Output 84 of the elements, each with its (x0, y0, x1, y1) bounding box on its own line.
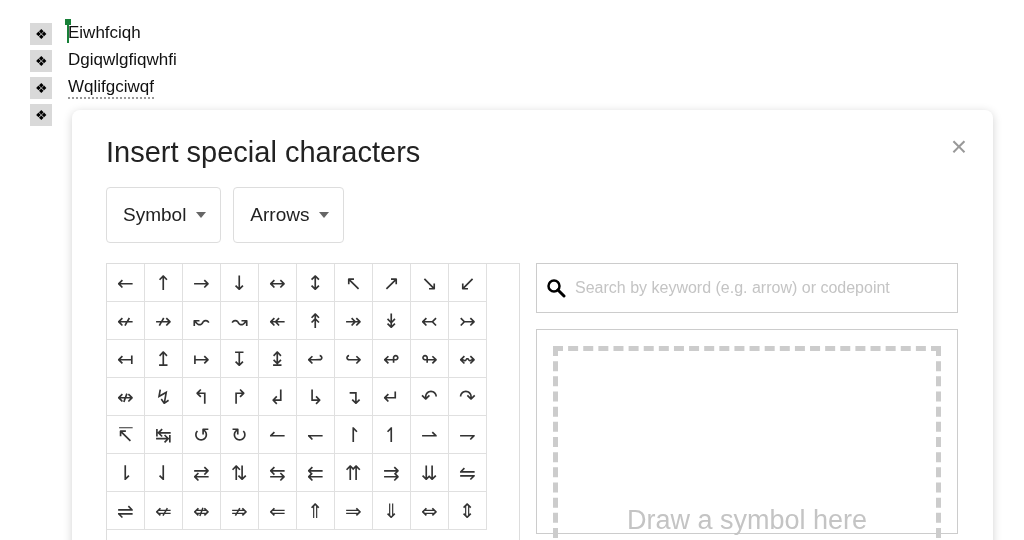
symbol-cell[interactable]: ↕ (297, 264, 335, 302)
symbol-cell[interactable]: ↵ (373, 378, 411, 416)
symbol-cell[interactable]: ⇇ (297, 454, 335, 492)
symbol-cell[interactable]: ↯ (145, 378, 183, 416)
symbol-cell[interactable]: ⇌ (107, 492, 145, 530)
symbol-cell[interactable]: ↰ (183, 378, 221, 416)
list-item-text: Eiwhfciqh (68, 23, 141, 44)
symbol-cell[interactable]: ↽ (297, 416, 335, 454)
symbol-cell[interactable]: ↮ (107, 378, 145, 416)
symbol-cell[interactable]: ↫ (373, 340, 411, 378)
symbol-cell[interactable]: ⇈ (335, 454, 373, 492)
caret-icon (319, 212, 330, 218)
symbol-cell[interactable]: ⇄ (183, 454, 221, 492)
symbol-cell[interactable]: ⇁ (449, 416, 487, 454)
symbol-cell[interactable]: ⇑ (297, 492, 335, 530)
symbol-cell[interactable]: ↺ (183, 416, 221, 454)
symbol-cell[interactable]: ↔ (259, 264, 297, 302)
symbol-cell[interactable]: ↝ (221, 302, 259, 340)
symbol-cell[interactable]: ⇂ (107, 454, 145, 492)
dialog-title: Insert special characters (106, 136, 421, 169)
bullet: ❖ (30, 104, 52, 126)
category-dropdown[interactable]: Symbol (106, 187, 222, 243)
symbol-cell[interactable]: ⇊ (411, 454, 449, 492)
symbol-cell[interactable]: ↚ (107, 302, 145, 340)
category-dropdown[interactable]: Arrows (233, 187, 345, 243)
symbol-cell[interactable]: ↥ (145, 340, 183, 378)
symbol-cell[interactable]: ⇀ (411, 416, 449, 454)
symbol-cell[interactable]: ↶ (411, 378, 449, 416)
symbol-cell[interactable]: ↭ (449, 340, 487, 378)
symbol-cell[interactable]: ↑ (145, 264, 183, 302)
symbol-cell[interactable]: ↘ (411, 264, 449, 302)
symbol-cell[interactable]: ⇓ (373, 492, 411, 530)
symbol-cell[interactable]: ↠ (335, 302, 373, 340)
symbol-cell[interactable]: ⇎ (183, 492, 221, 530)
symbol-cell[interactable]: ↗ (373, 264, 411, 302)
symbol-cell[interactable]: ⇉ (373, 454, 411, 492)
symbol-cell[interactable]: ↹ (145, 416, 183, 454)
list-item-text: Dgiqwlgfiqwhfi (68, 50, 177, 71)
symbol-cell[interactable]: ↓ (221, 264, 259, 302)
symbol-cell[interactable]: ⇃ (145, 454, 183, 492)
symbol-cell[interactable]: ↢ (411, 302, 449, 340)
symbol-cell[interactable]: ⇒ (335, 492, 373, 530)
symbol-cell[interactable]: ↖ (335, 264, 373, 302)
symbol-cell[interactable]: ↡ (373, 302, 411, 340)
symbol-cell[interactable]: ⇔ (411, 492, 449, 530)
symbol-cell[interactable]: ↦ (183, 340, 221, 378)
caret-icon (196, 212, 207, 218)
search-field[interactable]: Search by keyword (e.g. arrow) or codepoint (536, 263, 958, 313)
symbol-cell[interactable]: ↿ (373, 416, 411, 454)
symbol-cell[interactable]: ↬ (411, 340, 449, 378)
symbol-cell[interactable]: ↸ (107, 416, 145, 454)
symbol-cell[interactable]: ↞ (259, 302, 297, 340)
symbol-cell[interactable]: ⇐ (259, 492, 297, 530)
drawing-hint: Draw a symbol here (626, 505, 868, 536)
symbol-cell[interactable]: ← (107, 264, 145, 302)
symbol-cell[interactable]: ↳ (297, 378, 335, 416)
symbol-cell[interactable]: ↙ (449, 264, 487, 302)
symbol-cell[interactable]: ↩ (297, 340, 335, 378)
symbol-cell[interactable]: ⇋ (449, 454, 487, 492)
symbol-cell[interactable]: ↼ (259, 416, 297, 454)
symbol-cell[interactable]: ↣ (449, 302, 487, 340)
symbol-cell[interactable]: ⇏ (221, 492, 259, 530)
symbol-cell[interactable]: ↾ (335, 416, 373, 454)
list-item-text: Wqlifgciwqf (68, 77, 154, 99)
symbol-cell[interactable]: ⇕ (449, 492, 487, 530)
symbol-cell[interactable]: ⇍ (145, 492, 183, 530)
bullet: ❖ (30, 23, 52, 45)
symbol-cell[interactable]: ↛ (145, 302, 183, 340)
symbol-cell[interactable]: ↧ (221, 340, 259, 378)
symbol-cell[interactable]: ↪ (335, 340, 373, 378)
bullet: ❖ (30, 77, 52, 99)
symbol-cell[interactable]: → (183, 264, 221, 302)
symbol-cell[interactable]: ↴ (335, 378, 373, 416)
symbol-cell[interactable]: ↜ (183, 302, 221, 340)
bullet: ❖ (30, 50, 52, 72)
symbol-cell[interactable]: ⇆ (259, 454, 297, 492)
symbol-cell[interactable]: ↨ (259, 340, 297, 378)
symbol-cell[interactable]: ↤ (107, 340, 145, 378)
symbol-cell[interactable]: ↱ (221, 378, 259, 416)
symbol-cell[interactable]: ↷ (449, 378, 487, 416)
symbol-cell[interactable]: ⇅ (221, 454, 259, 492)
symbol-cell[interactable]: ↻ (221, 416, 259, 454)
symbol-cell[interactable]: ↲ (259, 378, 297, 416)
symbol-cell[interactable]: ↟ (297, 302, 335, 340)
